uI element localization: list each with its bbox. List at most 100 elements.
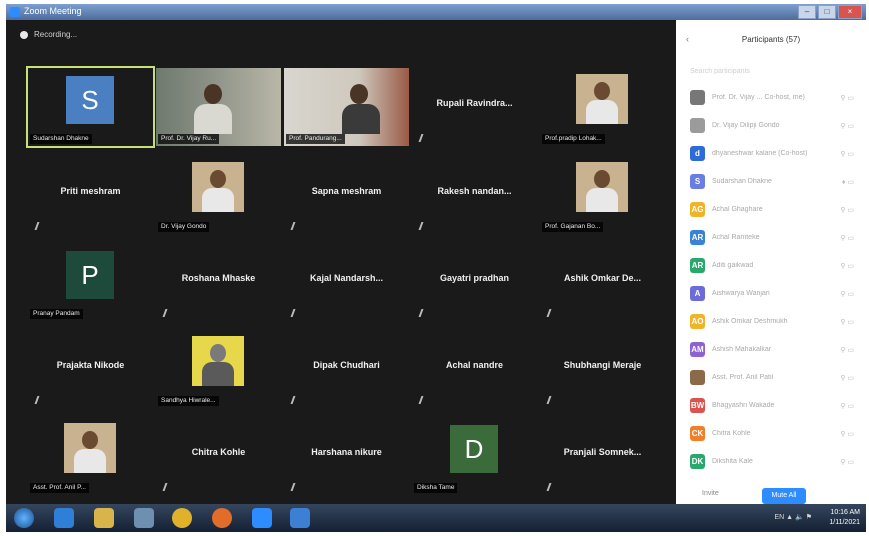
zoom-icon[interactable] [252, 508, 272, 528]
person-body [342, 104, 380, 134]
participant-tile[interactable]: Rupali Ravindra... [412, 68, 537, 146]
participant-tile[interactable]: Kajal Nandarsh... [284, 243, 409, 321]
participant-list-item[interactable]: BW Bhagyashri Wakade ⚲ ▭ [676, 392, 866, 420]
participant-tile[interactable]: Prof.pradip Lohak... [540, 68, 665, 146]
participant-tile[interactable]: Asst. Prof. Anil P... [28, 417, 153, 495]
participant-tile[interactable]: S Sudarshan Dhakne [26, 66, 155, 148]
muted-mic-icon [418, 309, 424, 317]
participant-tile[interactable]: Prof. Dr. Vijay Ru... [156, 68, 281, 146]
photo-body [586, 100, 618, 124]
mic-video-status-icons: ⚲ ▭ [840, 319, 854, 326]
window-titlebar[interactable]: Zoom Meeting – □ × [6, 4, 866, 20]
close-button[interactable]: × [838, 5, 862, 19]
mic-video-status-icons: ⚲ ▭ [840, 291, 854, 298]
participant-list-item[interactable]: AG Achal Ghaghare ⚲ ▭ [676, 196, 866, 224]
mic-slash [418, 222, 424, 230]
participant-name: Pranjali Somnek... [563, 447, 642, 457]
vlc-icon[interactable] [290, 508, 310, 528]
explorer-icon[interactable] [94, 508, 114, 528]
participant-list-item[interactable]: Asst. Prof. Anil Patil ⚲ ▭ [676, 364, 866, 392]
chrome-icon[interactable] [172, 508, 192, 528]
participant-tile[interactable]: D Diksha Tame [412, 417, 537, 495]
participant-name: Rakesh nandan... [437, 186, 512, 196]
participant-tile[interactable]: Sapna meshram [284, 156, 409, 234]
participant-avatar: AG [690, 202, 705, 217]
clock[interactable]: 10:16 AM 1/11/2021 [829, 508, 860, 528]
participant-tile[interactable]: Priti meshram [28, 156, 153, 234]
participant-tile[interactable]: Achal nandre [412, 330, 537, 408]
participant-name: Shubhangi Meraje [563, 360, 642, 370]
window-title: Zoom Meeting [24, 6, 82, 16]
person-head [350, 84, 368, 104]
mute-all-button[interactable]: Mute All [762, 488, 806, 504]
participant-tile[interactable]: Ashik Omkar De... [540, 243, 665, 321]
participant-tile[interactable]: Pranjali Somnek... [540, 417, 665, 495]
firefox-icon[interactable] [212, 508, 232, 528]
participant-search-input[interactable]: Search participants [690, 68, 850, 75]
muted-mic-icon [162, 483, 168, 491]
participant-name: Prajakta Nikode [56, 360, 125, 370]
participant-name: Kajal Nandarsh... [309, 273, 384, 283]
system-tray[interactable]: EN ▲ 🔈 ⚑ [775, 513, 812, 521]
minimize-button[interactable]: – [798, 5, 816, 19]
participant-tile[interactable]: Prajakta Nikode [28, 330, 153, 408]
participant-list-name: Achal Ghaghare [712, 206, 763, 213]
participant-tile[interactable]: Harshana nikure [284, 417, 409, 495]
participant-avatar: AO [690, 314, 705, 329]
ie-icon[interactable] [54, 508, 74, 528]
participant-avatar: CK [690, 426, 705, 441]
participant-tile[interactable]: Dr. Vijay Gondo [156, 156, 281, 234]
mic-video-status-icons: ⚲ ▭ [840, 123, 854, 130]
participant-avatar: S [690, 174, 705, 189]
maximize-button[interactable]: □ [818, 5, 836, 19]
muted-mic-icon [290, 483, 296, 491]
participant-list-item[interactable]: AO Ashik Omkar Deshmukh ⚲ ▭ [676, 308, 866, 336]
media-icon[interactable] [134, 508, 154, 528]
muted-mic-icon [418, 134, 424, 142]
participant-name-label: Prof. Gajanan Bo... [542, 222, 604, 232]
photo-head [210, 344, 226, 362]
participant-list-item[interactable]: S Sudarshan Dhakne ♦ ▭ [676, 168, 866, 196]
participant-tile[interactable]: Roshana Mhaske [156, 243, 281, 321]
participant-list-item[interactable]: AR Aditi gaikwad ⚲ ▭ [676, 252, 866, 280]
participant-list-item[interactable]: AM Ashish Mahakalkar ⚲ ▭ [676, 336, 866, 364]
mic-slash [162, 309, 168, 317]
participant-list-item[interactable]: CK Chitra Kohle ⚲ ▭ [676, 420, 866, 448]
participant-tile[interactable]: Dipak Chudhari [284, 330, 409, 408]
participant-tile[interactable]: P Pranay Pandam [28, 243, 153, 321]
participant-list-item[interactable]: d dhyaneshwar kalane (Co-host) ⚲ ▭ [676, 140, 866, 168]
participant-tile[interactable]: Rakesh nandan... [412, 156, 537, 234]
participant-tile[interactable]: Prof. Gajanan Bo... [540, 156, 665, 234]
participant-list-name: Dr. Vijay Dilipji Gondo [712, 122, 780, 129]
participant-tile[interactable]: Chitra Kohle [156, 417, 281, 495]
mic-video-status-icons: ⚲ ▭ [840, 347, 854, 354]
participant-name-label: Prof. Pandurang... [286, 134, 345, 144]
profile-photo [192, 336, 244, 386]
participant-name-label: Diksha Tame [414, 483, 458, 493]
mic-slash [418, 309, 424, 317]
invite-button[interactable]: Invite [702, 490, 719, 497]
photo-body [74, 449, 106, 473]
mic-slash [546, 396, 552, 404]
participant-list-item[interactable]: AR Achal Ramteke ⚲ ▭ [676, 224, 866, 252]
participant-avatar: BW [690, 398, 705, 413]
participant-name: Achal nandre [445, 360, 503, 370]
participant-tile[interactable]: Prof. Pandurang... [284, 68, 409, 146]
participant-list-item[interactable]: A Aishwarya Wanjari ⚲ ▭ [676, 280, 866, 308]
profile-photo [64, 423, 116, 473]
participant-list-item[interactable]: Dr. Vijay Dilipji Gondo ⚲ ▭ [676, 112, 866, 140]
participant-avatar [690, 90, 705, 105]
participant-tile[interactable]: Sandhya Hiwrale... [156, 330, 281, 408]
desktop-screen: Zoom Meeting – □ × Recording... S Sudarsh… [6, 4, 866, 532]
mic-video-status-icons: ⚲ ▭ [840, 375, 854, 382]
recording-indicator[interactable]: Recording... [20, 30, 77, 39]
participant-tile[interactable]: Gayatri pradhan [412, 243, 537, 321]
start-button[interactable] [14, 508, 34, 528]
participant-list-item[interactable]: DK Dikshita Kale ⚲ ▭ [676, 448, 866, 476]
participant-list-item[interactable]: Prof. Dr. Vijay ... Co-host, me) ⚲ ▭ [676, 84, 866, 112]
avatar: D [450, 425, 498, 473]
participant-tile[interactable]: Shubhangi Meraje [540, 330, 665, 408]
record-icon [20, 30, 28, 39]
participant-list-name: Asst. Prof. Anil Patil [712, 374, 774, 381]
participant-list-name: dhyaneshwar kalane (Co-host) [712, 150, 808, 157]
